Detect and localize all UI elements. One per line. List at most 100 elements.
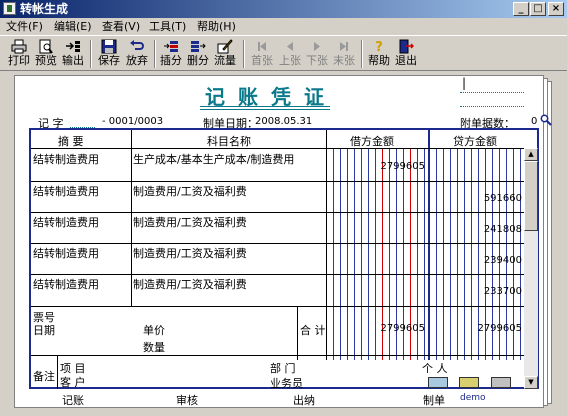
prev-voucher-button[interactable]: 上张 xyxy=(278,38,302,70)
customer-label: 客 户 xyxy=(60,376,86,389)
memo-icon[interactable] xyxy=(459,377,479,388)
preparer-name: demo xyxy=(460,393,486,403)
menu-view[interactable]: 查看(V) xyxy=(102,19,140,34)
column-divider xyxy=(131,130,132,307)
row-summary[interactable]: 结转制造费用 xyxy=(33,183,99,199)
row-debit[interactable]: 2799605 xyxy=(370,161,425,172)
row-account[interactable]: 制造费用/工资及福利费 xyxy=(133,183,247,199)
row-credit[interactable]: 591660 xyxy=(467,193,522,204)
pencil-edit-icon xyxy=(217,39,233,54)
row-divider xyxy=(31,274,524,275)
clerk-label: 业务员 xyxy=(270,377,303,390)
toolbar-separator xyxy=(90,40,92,68)
skip-last-icon xyxy=(340,42,348,51)
vertical-scrollbar[interactable]: ▲ ▼ xyxy=(524,148,538,389)
row-account[interactable]: 制造费用/工资及福利费 xyxy=(133,276,247,292)
column-divider xyxy=(297,306,298,360)
arrow-left-icon xyxy=(287,42,293,51)
column-divider xyxy=(428,130,430,360)
row-account[interactable]: 生产成本/基本生产成本/制造费用 xyxy=(133,151,294,167)
quantity-label: 数量 xyxy=(143,341,165,354)
maximize-button[interactable]: □ xyxy=(530,2,546,16)
next-voucher-button[interactable]: 下张 xyxy=(305,38,329,70)
input-cursor: | xyxy=(462,76,467,90)
scroll-up-icon[interactable]: ▲ xyxy=(524,148,538,161)
preview-button[interactable]: 预览 xyxy=(34,38,58,70)
person-label: 个 人 xyxy=(422,362,448,375)
minimize-button[interactable]: _ xyxy=(513,2,529,16)
column-divider xyxy=(57,356,58,389)
row-summary[interactable]: 结转制造费用 xyxy=(33,245,99,261)
app-icon xyxy=(3,2,16,15)
unit-price-label: 单价 xyxy=(143,324,165,337)
row-divider xyxy=(31,148,524,149)
voucher-number: - 0001/0003 xyxy=(102,116,164,127)
svg-text:?: ? xyxy=(375,40,383,54)
row-divider xyxy=(31,306,524,307)
title-underline xyxy=(200,106,330,107)
voucher-date[interactable]: 2008.05.31 xyxy=(255,116,312,127)
toolbar-separator xyxy=(243,40,245,68)
printer-icon xyxy=(11,39,27,54)
header-field-line[interactable] xyxy=(460,106,524,107)
header-summary: 摘 要 xyxy=(58,135,84,148)
attachments-count[interactable]: 0 xyxy=(531,116,537,127)
title-bar: 转帐生成 _ □ × xyxy=(0,0,567,18)
scroll-thumb[interactable] xyxy=(524,161,538,231)
undo-arrow-icon xyxy=(130,40,144,50)
close-button[interactable]: × xyxy=(548,2,564,16)
row-divider xyxy=(31,181,524,182)
preview-icon xyxy=(39,39,53,54)
exit-button[interactable]: 退出 xyxy=(394,38,418,70)
search-icon[interactable] xyxy=(540,114,552,126)
header-credit: 贷方金额 xyxy=(453,135,497,148)
row-credit[interactable]: 241808 xyxy=(467,224,522,235)
header-field-line[interactable] xyxy=(460,92,524,93)
row-credit[interactable]: 239400 xyxy=(467,255,522,266)
menu-tools[interactable]: 工具(T) xyxy=(149,19,186,34)
card-icon[interactable] xyxy=(428,377,448,388)
total-debit: 2799605 xyxy=(380,323,425,334)
row-account[interactable]: 制造费用/工资及福利费 xyxy=(133,245,247,261)
cashflow-button[interactable]: 流量 xyxy=(213,38,237,70)
menu-help[interactable]: 帮助(H) xyxy=(197,19,236,34)
export-icon xyxy=(66,41,80,52)
save-button[interactable]: 保存 xyxy=(97,38,121,70)
row-divider xyxy=(31,355,524,356)
preparer-label: 制单 xyxy=(423,394,445,407)
row-account[interactable]: 制造费用/工资及福利费 xyxy=(133,214,247,230)
last-voucher-button[interactable]: 末张 xyxy=(332,38,356,70)
print-button[interactable]: 打印 xyxy=(7,38,31,70)
discard-button[interactable]: 放弃 xyxy=(125,38,149,70)
delete-row-button[interactable]: 删分 xyxy=(186,38,210,70)
cashier-label: 出纳 xyxy=(293,394,315,407)
reviewer-label: 审核 xyxy=(176,394,198,407)
menu-edit[interactable]: 编辑(E) xyxy=(54,19,92,34)
scroll-down-icon[interactable]: ▼ xyxy=(524,376,538,389)
row-credit[interactable]: 233700 xyxy=(467,286,522,297)
row-divider xyxy=(31,243,524,244)
title-underline xyxy=(200,109,330,110)
insert-row-button[interactable]: 插分 xyxy=(159,38,183,70)
row-summary[interactable]: 结转制造费用 xyxy=(33,214,99,230)
skip-first-icon xyxy=(258,42,266,51)
total-credit: 2799605 xyxy=(477,323,522,334)
calculator-icon[interactable] xyxy=(491,377,511,388)
bookkeeper-label: 记账 xyxy=(62,394,84,407)
row-summary[interactable]: 结转制造费用 xyxy=(33,276,99,292)
arrow-right-icon xyxy=(314,42,320,51)
help-button[interactable]: ? 帮助 xyxy=(367,38,391,70)
menu-file[interactable]: 文件(F) xyxy=(6,19,43,34)
first-voucher-button[interactable]: 首张 xyxy=(250,38,274,70)
save-disk-icon xyxy=(101,39,117,54)
export-button[interactable]: 输出 xyxy=(61,38,85,70)
window-title: 转帐生成 xyxy=(20,2,69,16)
column-divider xyxy=(326,130,327,360)
exit-door-icon xyxy=(399,39,414,54)
ticket-date-label: 日期 xyxy=(33,324,55,337)
header-debit: 借方金额 xyxy=(350,135,394,148)
row-summary[interactable]: 结转制造费用 xyxy=(33,151,99,167)
insert-row-icon xyxy=(164,41,178,52)
help-question-icon: ? xyxy=(375,40,383,54)
delete-row-icon xyxy=(191,41,206,52)
